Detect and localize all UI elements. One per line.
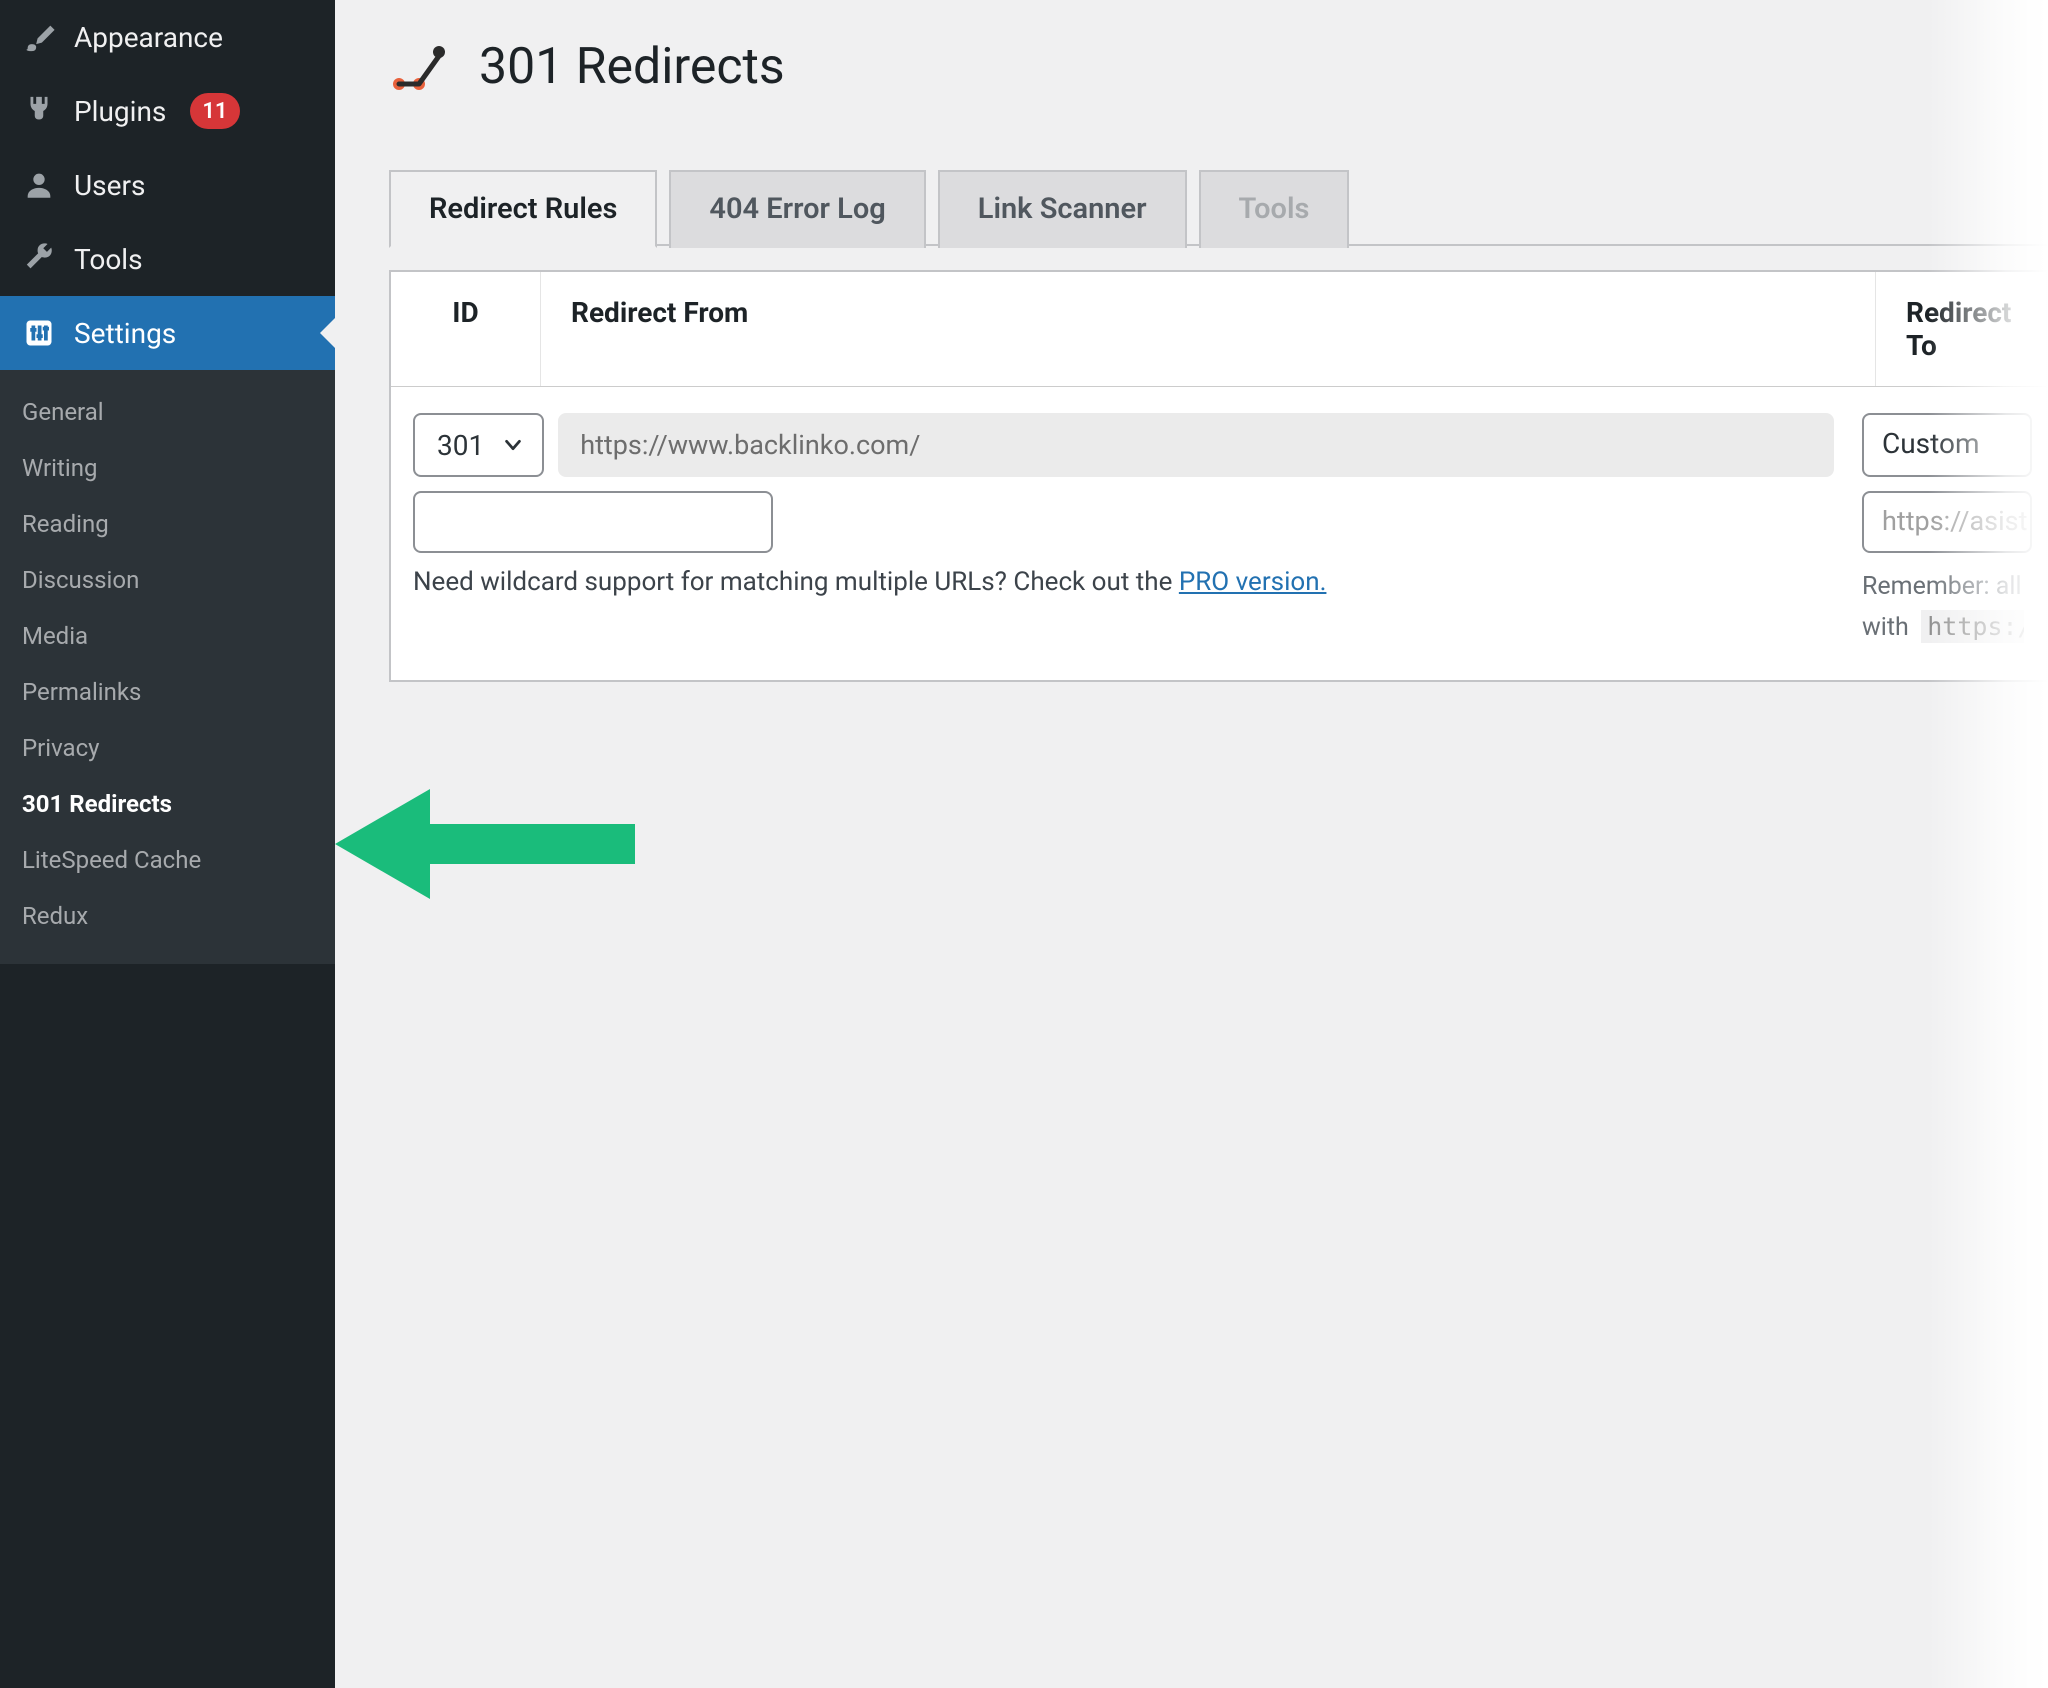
tabs: Redirect Rules 404 Error Log Link Scanne… — [389, 168, 2048, 246]
to-type-select[interactable]: Custom — [1862, 413, 2032, 477]
redirect-logo-icon — [389, 42, 453, 92]
sidebar-item-users[interactable]: Users — [0, 148, 335, 222]
from-hint: Need wildcard support for matching multi… — [413, 561, 1834, 604]
table-row: 301 https://www.backlinko.com/ Need wild… — [391, 387, 2046, 680]
sidebar-label: Tools — [74, 243, 143, 276]
from-base-url: https://www.backlinko.com/ — [558, 413, 1834, 477]
tab-redirect-rules[interactable]: Redirect Rules — [389, 170, 657, 248]
page-title: 301 Redirects — [479, 38, 785, 96]
redirect-type-value: 301 — [437, 429, 484, 462]
app-root: Appearance Plugins 11 Users Tools — [0, 0, 2048, 1688]
submenu-permalinks[interactable]: Permalinks — [0, 664, 335, 720]
sidebar-label: Users — [74, 169, 145, 202]
submenu-301-redirects[interactable]: 301 Redirects — [0, 776, 335, 832]
wrench-icon — [22, 242, 56, 276]
redirects-table: ID Redirect From Redirect To 301 https:/… — [389, 270, 2048, 682]
chevron-down-icon — [502, 434, 524, 456]
sliders-icon — [22, 316, 56, 350]
submenu-privacy[interactable]: Privacy — [0, 720, 335, 776]
tab-tools[interactable]: Tools — [1199, 170, 1350, 248]
submenu-redux[interactable]: Redux — [0, 888, 335, 944]
redirect-type-select[interactable]: 301 — [413, 413, 544, 477]
sidebar-item-plugins[interactable]: Plugins 11 — [0, 74, 335, 148]
sidebar-label: Appearance — [74, 21, 223, 54]
right-fade-overlay — [1928, 0, 2048, 1688]
tutorial-arrow-icon — [335, 784, 655, 904]
col-from: Redirect From — [541, 272, 1876, 386]
plugins-update-badge: 11 — [190, 93, 239, 129]
settings-submenu: General Writing Reading Discussion Media… — [0, 370, 335, 964]
col-to: Redirect To — [1876, 272, 2046, 386]
sidebar-item-appearance[interactable]: Appearance — [0, 0, 335, 74]
submenu-discussion[interactable]: Discussion — [0, 552, 335, 608]
sidebar-label: Settings — [74, 317, 176, 350]
pro-version-link[interactable]: PRO version. — [1179, 567, 1327, 597]
submenu-litespeed-cache[interactable]: LiteSpeed Cache — [0, 832, 335, 888]
admin-sidebar: Appearance Plugins 11 Users Tools — [0, 0, 335, 1688]
user-icon — [22, 168, 56, 202]
sidebar-item-settings[interactable]: Settings — [0, 296, 335, 370]
sidebar-label: Plugins — [74, 95, 166, 128]
col-id: ID — [391, 272, 541, 386]
to-url-input[interactable]: https://asist — [1862, 491, 2032, 553]
plug-icon — [22, 94, 56, 128]
submenu-general[interactable]: General — [0, 384, 335, 440]
tab-404-error-log[interactable]: 404 Error Log — [669, 170, 925, 248]
submenu-reading[interactable]: Reading — [0, 496, 335, 552]
page-header: 301 Redirects — [389, 38, 2048, 96]
cell-redirect-to: Custom https://asist Remember: all ext w… — [1854, 413, 2024, 648]
tab-link-scanner[interactable]: Link Scanner — [938, 170, 1187, 248]
submenu-media[interactable]: Media — [0, 608, 335, 664]
table-header: ID Redirect From Redirect To — [391, 272, 2046, 387]
to-hint: Remember: all ext with https:// — [1862, 567, 2024, 648]
cell-redirect-from: 301 https://www.backlinko.com/ Need wild… — [413, 413, 1834, 648]
brush-icon — [22, 20, 56, 54]
submenu-writing[interactable]: Writing — [0, 440, 335, 496]
from-path-input[interactable] — [413, 491, 773, 553]
main-content: 301 Redirects Redirect Rules 404 Error L… — [335, 0, 2048, 1688]
sidebar-item-tools[interactable]: Tools — [0, 222, 335, 296]
